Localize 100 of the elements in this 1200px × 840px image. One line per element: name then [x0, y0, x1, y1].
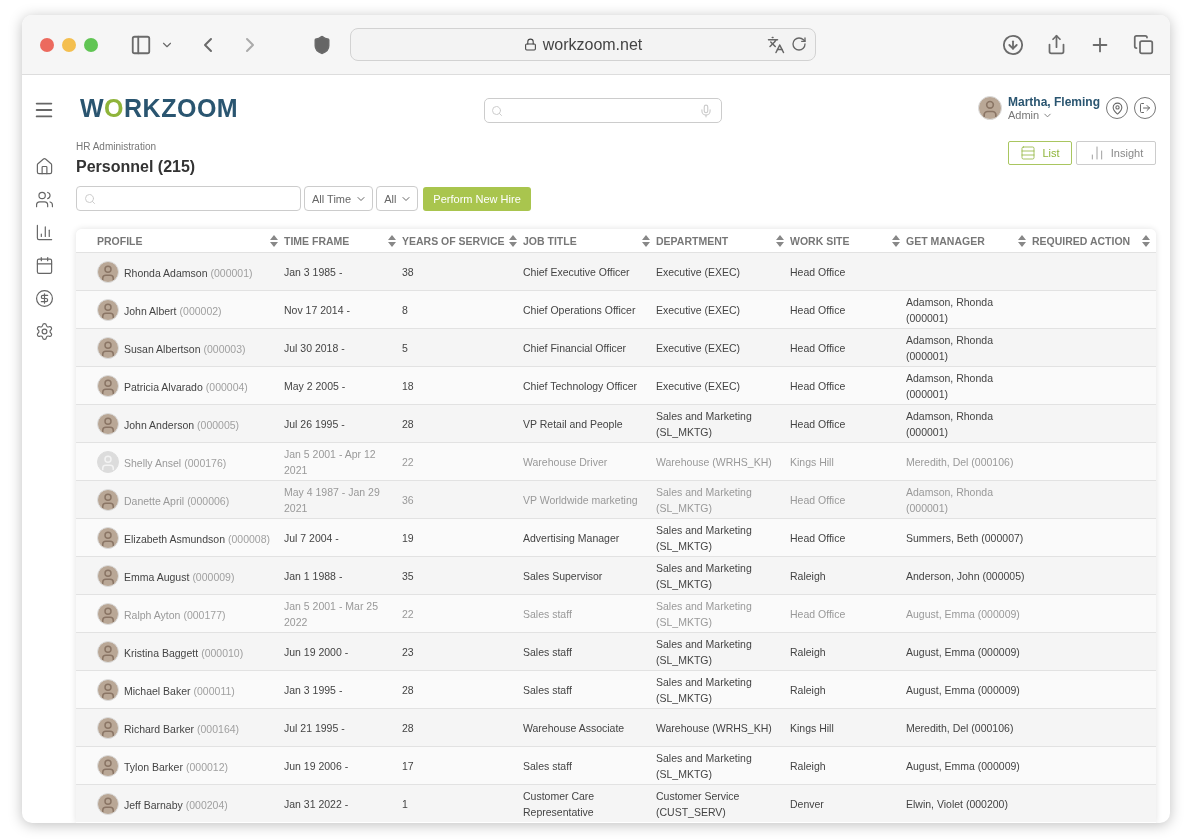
table-cell-text: August, Emma (000009): [906, 758, 1020, 774]
table-cell-text: Nov 17 2014 -: [284, 302, 350, 318]
person-name[interactable]: Elizabeth Asmundson: [124, 532, 225, 545]
sort-icon[interactable]: [642, 234, 650, 247]
column-header[interactable]: TIME FRAME: [284, 234, 350, 247]
view-tab[interactable]: Insight: [1076, 141, 1156, 165]
table-cell-text: Adamson, Rhonda (000001): [906, 484, 994, 516]
share-icon[interactable]: [1046, 34, 1067, 55]
person-name[interactable]: John Anderson: [124, 418, 195, 431]
table-row[interactable]: Patricia Alvarado (000004) May 2 2005 - 18 Chief Technology Officer Executive (EXEC) Head Office Adamson, Rhonda (000001): [76, 366, 1156, 404]
table-cell-text: Head Office: [790, 378, 846, 394]
table-cell-text: Jun 19 2000 -: [284, 644, 349, 660]
sort-icon[interactable]: [776, 234, 784, 247]
table-row[interactable]: John Anderson (000005) Jul 26 1995 - 28 VP Retail and People Sales and Marketing (SL_MKTG) Head Office Adamson, Rhonda (000001): [76, 404, 1156, 442]
user-role[interactable]: Admin: [1008, 109, 1040, 121]
sort-icon[interactable]: [892, 234, 900, 247]
employee-id: (000012): [185, 760, 228, 773]
table-cell-text: Warehouse (WRHS_KH): [656, 454, 772, 470]
home-icon[interactable]: [34, 157, 54, 176]
column-header[interactable]: REQUIRED ACTION: [1032, 234, 1131, 247]
search-icon: [84, 192, 96, 205]
table-cell-text: Sales and Marketing (SL_MKTG): [656, 674, 753, 706]
person-name[interactable]: John Albert: [124, 304, 177, 317]
table-cell-text: Sales staff: [523, 644, 572, 660]
table-cell-text: Anderson, John (000005): [906, 568, 1025, 584]
table-cell-text: Elwin, Violet (000200): [906, 796, 1008, 812]
tabs-icon[interactable]: [1133, 34, 1154, 55]
search-field[interactable]: [76, 186, 301, 211]
person-name[interactable]: Tylon Barker: [124, 760, 183, 773]
table-row[interactable]: Kristina Baggett (000010) Jun 19 2000 - 23 Sales staff Sales and Marketing (SL_MKTG) Raleigh August, Emma (000009): [76, 632, 1156, 670]
table-cell-text: 1: [402, 796, 408, 812]
table-row[interactable]: Rhonda Adamson (000001) Jan 3 1985 - 38 Chief Executive Officer Executive (EXEC) Head Office: [76, 252, 1156, 290]
table-cell-text: Jul 30 2018 -: [284, 340, 345, 356]
reload-icon[interactable]: [791, 36, 807, 52]
settings-icon[interactable]: [34, 322, 54, 341]
table-row[interactable]: Elizabeth Asmundson (000008) Jul 7 2004 - 19 Advertising Manager Sales and Marketing (SL_MKTG) Head Office Summers, Beth (000007): [76, 518, 1156, 556]
calendar-icon[interactable]: [34, 256, 54, 275]
sort-icon[interactable]: [1142, 234, 1150, 247]
breadcrumb[interactable]: HR Administration: [76, 141, 196, 152]
zoom-button[interactable]: [84, 37, 98, 52]
table-cell-text: Adamson, Rhonda (000001): [906, 408, 994, 440]
bar-chart-icon[interactable]: [34, 223, 54, 242]
user-name[interactable]: Martha, Fleming: [1008, 95, 1100, 109]
table-cell-text: 38: [402, 264, 414, 280]
table-cell-text: VP Worldwide marketing: [523, 492, 638, 508]
download-icon[interactable]: [1002, 33, 1024, 56]
person-name[interactable]: Emma August: [124, 570, 190, 583]
table-row[interactable]: Jeff Barnaby (000204) Jan 31 2022 - 1 Customer Care Representative Customer Service (CUST_SERV) Denver Elwin, Violet (000200): [76, 784, 1156, 822]
table-cell-text: 35: [402, 568, 414, 584]
table-row[interactable]: John Albert (000002) Nov 17 2014 - 8 Chief Operations Officer Executive (EXEC) Head Office Adamson, Rhonda (000001): [76, 290, 1156, 328]
person-name[interactable]: Kristina Baggett: [124, 646, 199, 659]
table-cell-text: Meredith, Del (000106): [906, 720, 1014, 736]
person-name[interactable]: Patricia Alvarado: [124, 380, 203, 393]
table-cell-text: August, Emma (000009): [906, 682, 1020, 698]
people-icon[interactable]: [34, 190, 54, 209]
column-header[interactable]: GET MANAGER: [906, 234, 985, 247]
column-header[interactable]: WORK SITE: [790, 234, 850, 247]
table-row[interactable]: Tylon Barker (000012) Jun 19 2006 - 17 Sales staff Sales and Marketing (SL_MKTG) Raleigh August, Emma (000009): [76, 746, 1156, 784]
user-avatar: [978, 96, 1002, 120]
filter-dropdown[interactable]: All Time: [304, 186, 374, 211]
dollar-icon[interactable]: [34, 289, 54, 308]
shield-icon[interactable]: [312, 34, 332, 55]
table-cell-text: Executive (EXEC): [656, 264, 741, 280]
column-header[interactable]: PROFILE: [97, 234, 143, 247]
table-row[interactable]: Emma August (000009) Jan 1 1988 - 35 Sales Supervisor Sales and Marketing (SL_MKTG) Raleigh Anderson, John (000005): [76, 556, 1156, 594]
table-cell-text: Sales and Marketing (SL_MKTG): [656, 750, 753, 782]
employee-id: (000010): [201, 646, 244, 659]
employee-id: (000009): [192, 570, 235, 583]
filter-dropdown[interactable]: All: [376, 186, 419, 211]
sidebar-icon[interactable]: [130, 33, 152, 56]
list-icon: [1020, 145, 1037, 161]
employee-id: (000204): [185, 798, 228, 811]
sort-icon[interactable]: [509, 234, 517, 247]
table-cell-text: Sales and Marketing (SL_MKTG): [656, 484, 753, 516]
column-header[interactable]: JOB TITLE: [523, 234, 577, 247]
table-cell-text: Head Office: [790, 530, 846, 546]
translate-icon[interactable]: [767, 36, 785, 54]
person-name[interactable]: Rhonda Adamson: [124, 266, 208, 279]
close-button[interactable]: [40, 37, 54, 52]
table-row[interactable]: Susan Albertson (000003) Jul 30 2018 - 5 Chief Financial Officer Executive (EXEC) Head Office Adamson, Rhonda (000001): [76, 328, 1156, 366]
table-row[interactable]: Richard Barker (000164) Jul 21 1995 - 28 Warehouse Associate Warehouse (WRHS_KH) Kings Hill Meredith, Del (000106): [76, 708, 1156, 746]
person-name[interactable]: Jeff Barnaby: [124, 798, 183, 811]
person-name[interactable]: Michael Baker: [124, 684, 191, 697]
person-name[interactable]: Richard Barker: [124, 722, 195, 735]
table-row[interactable]: Michael Baker (000011) Jan 3 1995 - 28 Sales staff Sales and Marketing (SL_MKTG) Raleigh August, Emma (000009): [76, 670, 1156, 708]
table-cell-text: 18: [402, 378, 414, 394]
address-bar[interactable]: workzoom.net: [350, 28, 816, 61]
sort-icon[interactable]: [388, 234, 396, 247]
sort-icon[interactable]: [270, 234, 278, 247]
sort-icon[interactable]: [1018, 234, 1026, 247]
table-cell-text: Chief Executive Officer: [523, 264, 630, 280]
table-cell-text: 28: [402, 682, 414, 698]
person-name[interactable]: Susan Albertson: [124, 342, 201, 355]
search-field[interactable]: [484, 98, 722, 123]
table-cell-text: Adamson, Rhonda (000001): [906, 332, 994, 364]
column-header[interactable]: YEARS OF SERVICE: [402, 234, 505, 247]
employee-id: (000006): [187, 494, 230, 507]
column-header[interactable]: DEPARTMENT: [656, 234, 729, 247]
table-cell-text: Chief Financial Officer: [523, 340, 627, 356]
employee-id: (000003): [203, 342, 246, 355]
